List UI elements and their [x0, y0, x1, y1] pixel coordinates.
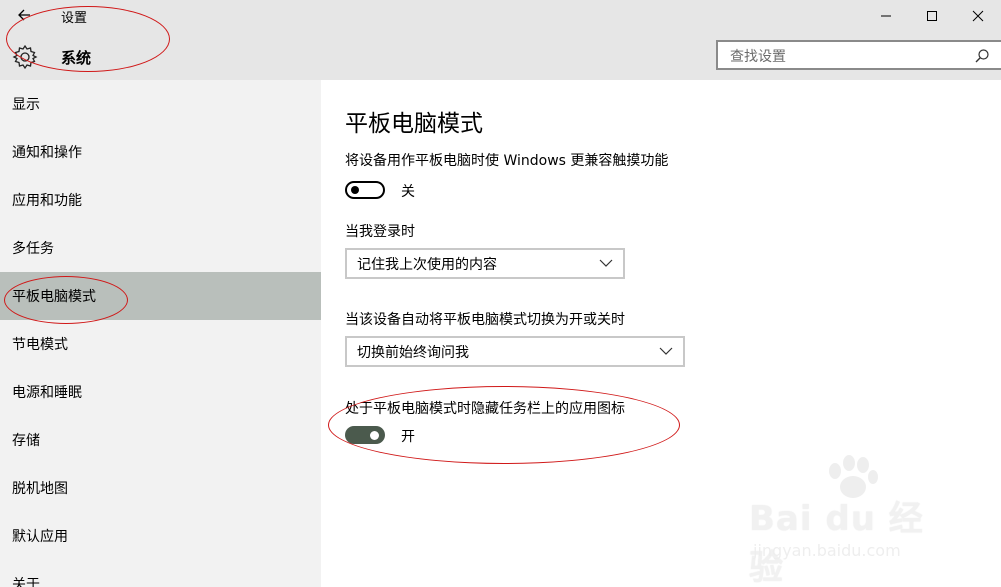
settings-window: 设置 系统 查找设置 显示 通知和操作 应用和功能 多任务 平板电脑模式 节电模… [0, 0, 1001, 587]
auto-switch-dropdown[interactable]: 切换前始终询问我 [345, 336, 685, 367]
close-button[interactable] [955, 0, 1001, 32]
touch-toggle[interactable] [345, 181, 385, 199]
sidebar-item-label: 通知和操作 [12, 145, 82, 161]
sidebar-item-apps[interactable]: 应用和功能 [0, 176, 321, 224]
sidebar-item-default-apps[interactable]: 默认应用 [0, 512, 321, 560]
title-bar: 设置 系统 [0, 0, 1001, 80]
sidebar-item-battery-saver[interactable]: 节电模式 [0, 320, 321, 368]
chevron-down-icon [599, 259, 613, 267]
sidebar-item-label: 应用和功能 [12, 193, 82, 209]
page-title: 平板电脑模式 [345, 111, 483, 137]
window-controls [863, 0, 1001, 32]
sidebar-item-power-sleep[interactable]: 电源和睡眠 [0, 368, 321, 416]
sidebar-item-multitasking[interactable]: 多任务 [0, 224, 321, 272]
search-box [716, 40, 1001, 70]
hide-icons-toggle-state: 开 [401, 429, 415, 445]
sidebar-item-label: 节电模式 [12, 337, 68, 353]
app-title: 设置 [61, 11, 88, 26]
signin-label: 当我登录时 [345, 224, 415, 240]
sidebar-item-label: 多任务 [12, 241, 54, 257]
close-icon [972, 10, 984, 22]
hide-icons-label: 处于平板电脑模式时隐藏任务栏上的应用图标 [345, 401, 625, 417]
chevron-down-icon [659, 347, 673, 355]
sidebar-item-label: 显示 [12, 97, 40, 113]
sidebar: 显示 通知和操作 应用和功能 多任务 平板电脑模式 节电模式 电源和睡眠 存储 … [0, 80, 321, 587]
search-icon[interactable] [974, 48, 990, 64]
sidebar-item-label: 关于 [12, 577, 40, 587]
sidebar-item-about[interactable]: 关于 [0, 560, 321, 587]
signin-dropdown-value: 记住我上次使用的内容 [357, 256, 497, 273]
sidebar-item-label: 存储 [12, 433, 40, 449]
gear-icon [12, 44, 38, 70]
sidebar-item-notifications[interactable]: 通知和操作 [0, 128, 321, 176]
maximize-icon [927, 11, 937, 21]
watermark: Bai du 经验 jingyan.baidu.com [743, 455, 953, 587]
sidebar-item-storage[interactable]: 存储 [0, 416, 321, 464]
touch-toggle-state: 关 [401, 184, 415, 200]
sidebar-item-tablet-mode[interactable]: 平板电脑模式 [0, 272, 321, 320]
watermark-brand: Bai du 经验 [749, 499, 924, 587]
back-button[interactable] [14, 4, 38, 26]
sidebar-item-label: 平板电脑模式 [12, 289, 96, 305]
toggle-knob [370, 431, 379, 440]
sidebar-item-label: 默认应用 [12, 529, 68, 545]
hide-icons-toggle[interactable] [345, 426, 385, 444]
auto-switch-dropdown-value: 切换前始终询问我 [357, 344, 469, 361]
sidebar-item-offline-maps[interactable]: 脱机地图 [0, 464, 321, 512]
toggle-knob [351, 186, 359, 194]
sidebar-item-display[interactable]: 显示 [0, 80, 321, 128]
minimize-icon [881, 15, 891, 17]
touch-setting-label: 将设备用作平板电脑时使 Windows 更兼容触摸功能 [345, 153, 669, 169]
back-arrow-icon [18, 9, 30, 21]
search-input[interactable] [728, 46, 982, 68]
sidebar-item-label: 脱机地图 [12, 481, 68, 497]
section-title: 系统 [61, 49, 92, 67]
minimize-button[interactable] [863, 0, 909, 32]
auto-switch-label: 当该设备自动将平板电脑模式切换为开或关时 [345, 312, 625, 328]
signin-dropdown[interactable]: 记住我上次使用的内容 [345, 248, 625, 279]
sidebar-item-label: 电源和睡眠 [12, 385, 82, 401]
maximize-button[interactable] [909, 0, 955, 32]
watermark-url: jingyan.baidu.com [753, 541, 901, 560]
